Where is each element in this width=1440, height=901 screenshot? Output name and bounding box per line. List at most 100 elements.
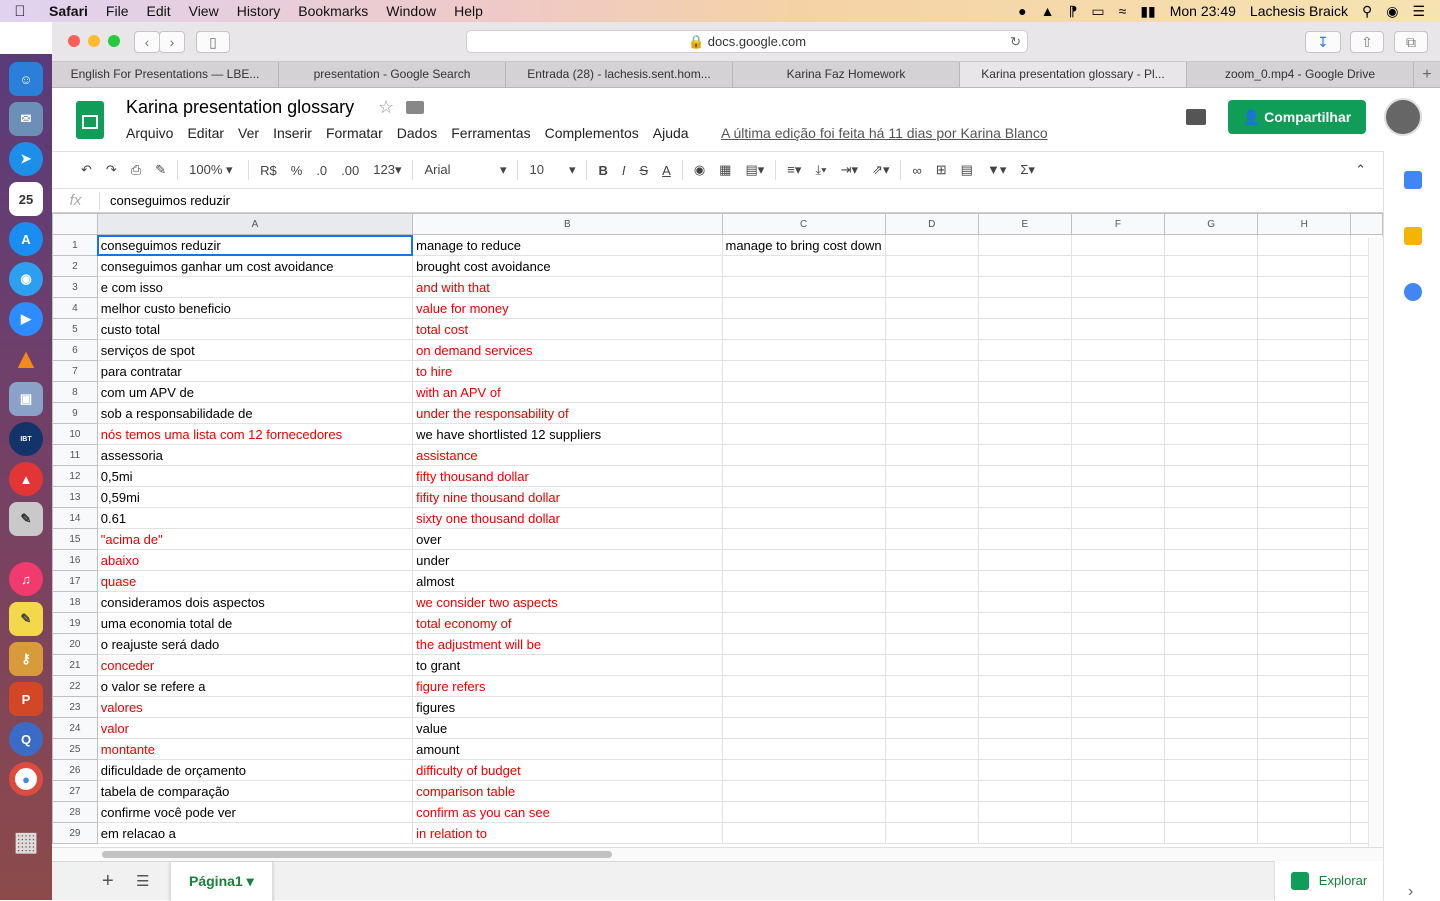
- cell-e[interactable]: [977, 738, 1072, 760]
- cell-a[interactable]: 0.61: [96, 507, 414, 529]
- cell-a[interactable]: assessoria: [96, 444, 414, 466]
- bluetooth-icon[interactable]: ⁋: [1061, 3, 1084, 20]
- sidebar-toggle-icon[interactable]: ▯: [196, 31, 230, 53]
- cell-e[interactable]: [977, 402, 1072, 424]
- cell-c[interactable]: [721, 717, 886, 739]
- row-header[interactable]: 21: [52, 654, 98, 676]
- cell-g[interactable]: [1163, 402, 1259, 424]
- cell-g[interactable]: [1163, 633, 1259, 655]
- cell-c[interactable]: manage to bring cost down: [721, 234, 886, 256]
- cell-a[interactable]: uma economia total de: [96, 612, 414, 634]
- tabs-overview-icon[interactable]: ⧉: [1394, 31, 1428, 53]
- messages-icon[interactable]: ◉: [9, 262, 43, 296]
- row-header[interactable]: 25: [52, 738, 98, 760]
- doc-title[interactable]: Karina presentation glossary: [126, 97, 354, 118]
- cell-e[interactable]: [977, 549, 1072, 571]
- cell-a[interactable]: conseguimos ganhar um cost avoidance: [96, 255, 414, 277]
- airplay-icon[interactable]: ▭: [1084, 3, 1111, 20]
- cell-c[interactable]: [721, 549, 886, 571]
- cell-e[interactable]: [977, 654, 1072, 676]
- cell-g[interactable]: [1163, 486, 1259, 508]
- cell-g[interactable]: [1163, 297, 1259, 319]
- cell-e[interactable]: [977, 633, 1072, 655]
- cell-g[interactable]: [1163, 675, 1259, 697]
- cell-a[interactable]: confirme você pode ver: [96, 801, 414, 823]
- cell-g[interactable]: [1163, 255, 1259, 277]
- close-window-button[interactable]: [68, 35, 80, 47]
- insert-chart-icon[interactable]: ▤: [954, 162, 980, 178]
- new-tab-button[interactable]: +: [1414, 62, 1440, 87]
- cell-a[interactable]: o valor se refere a: [96, 675, 414, 697]
- cell-h[interactable]: [1257, 780, 1352, 802]
- cell-a[interactable]: custo total: [96, 318, 414, 340]
- red-app-icon[interactable]: ▲: [9, 462, 43, 496]
- cell-e[interactable]: [977, 528, 1072, 550]
- avatar[interactable]: [1384, 98, 1422, 136]
- cell-f[interactable]: [1070, 675, 1165, 697]
- vertical-scrollbar[interactable]: [1368, 238, 1383, 848]
- cell-a[interactable]: valores: [96, 696, 414, 718]
- merge-cells-icon[interactable]: ▤▾: [738, 162, 771, 178]
- browser-tab[interactable]: Entrada (28) - lachesis.sent.hom...: [506, 62, 733, 87]
- cell-h[interactable]: [1257, 696, 1352, 718]
- cell-f[interactable]: [1070, 297, 1165, 319]
- cell-c[interactable]: [721, 738, 886, 760]
- tasks-addon-icon[interactable]: [1404, 283, 1422, 301]
- calendar-icon[interactable]: 25: [9, 182, 43, 216]
- cell-d[interactable]: [884, 318, 979, 340]
- cell-e[interactable]: [977, 360, 1072, 382]
- cell-d[interactable]: [884, 780, 979, 802]
- horizontal-scroll-thumb[interactable]: [102, 851, 612, 858]
- cell-b[interactable]: we have shortlisted 12 suppliers: [412, 423, 723, 445]
- cell-c[interactable]: [721, 360, 886, 382]
- decrease-decimal-button[interactable]: .0: [309, 163, 334, 178]
- cell-b[interactable]: brought cost avoidance: [412, 255, 723, 277]
- bold-button[interactable]: B: [591, 163, 614, 178]
- cell-a[interactable]: serviços de spot: [96, 339, 414, 361]
- cell-g[interactable]: [1163, 276, 1259, 298]
- cell-h[interactable]: [1257, 759, 1352, 781]
- cell-e[interactable]: [977, 780, 1072, 802]
- row-header[interactable]: 8: [52, 381, 98, 403]
- cell-a[interactable]: quase: [96, 570, 414, 592]
- cell-b[interactable]: to grant: [412, 654, 723, 676]
- italic-button[interactable]: I: [615, 163, 633, 178]
- cell-b[interactable]: value for money: [412, 297, 723, 319]
- menu-ver[interactable]: Ver: [238, 125, 259, 141]
- minimize-window-button[interactable]: [88, 35, 100, 47]
- add-sheet-button[interactable]: +: [102, 870, 122, 893]
- cell-b[interactable]: almost: [412, 570, 723, 592]
- font-select[interactable]: Arial ▾: [417, 162, 513, 178]
- undo-icon[interactable]: ↶: [74, 162, 99, 178]
- cell-a[interactable]: melhor custo beneficio: [96, 297, 414, 319]
- cell-d[interactable]: [884, 801, 979, 823]
- more-formats-button[interactable]: 123▾: [366, 162, 408, 178]
- cell-c[interactable]: [721, 255, 886, 277]
- cell-f[interactable]: [1070, 402, 1165, 424]
- cell-c[interactable]: [721, 486, 886, 508]
- cell-h[interactable]: [1257, 297, 1352, 319]
- font-size-select[interactable]: 10 ▾: [522, 162, 582, 178]
- cell-b[interactable]: assistance: [412, 444, 723, 466]
- cell-h[interactable]: [1257, 339, 1352, 361]
- menu-ajuda[interactable]: Ajuda: [653, 125, 689, 141]
- all-sheets-icon[interactable]: ☰: [136, 872, 156, 890]
- cell-f[interactable]: [1070, 654, 1165, 676]
- cell-b[interactable]: total economy of: [412, 612, 723, 634]
- apple-icon[interactable]: : [0, 3, 40, 20]
- cell-b[interactable]: under: [412, 549, 723, 571]
- cell-d[interactable]: [884, 738, 979, 760]
- cell-e[interactable]: [977, 444, 1072, 466]
- cell-h[interactable]: [1257, 360, 1352, 382]
- cell-g[interactable]: [1163, 507, 1259, 529]
- row-header[interactable]: 14: [52, 507, 98, 529]
- cell-c[interactable]: [721, 423, 886, 445]
- cell-g[interactable]: [1163, 381, 1259, 403]
- cell-e[interactable]: [977, 612, 1072, 634]
- menu-inserir[interactable]: Inserir: [273, 125, 312, 141]
- sheet-tab-active[interactable]: Página1 ▾: [170, 861, 273, 901]
- safari-icon[interactable]: ➤: [9, 142, 43, 176]
- cell-g[interactable]: [1163, 465, 1259, 487]
- cell-f[interactable]: [1070, 612, 1165, 634]
- cell-c[interactable]: [721, 528, 886, 550]
